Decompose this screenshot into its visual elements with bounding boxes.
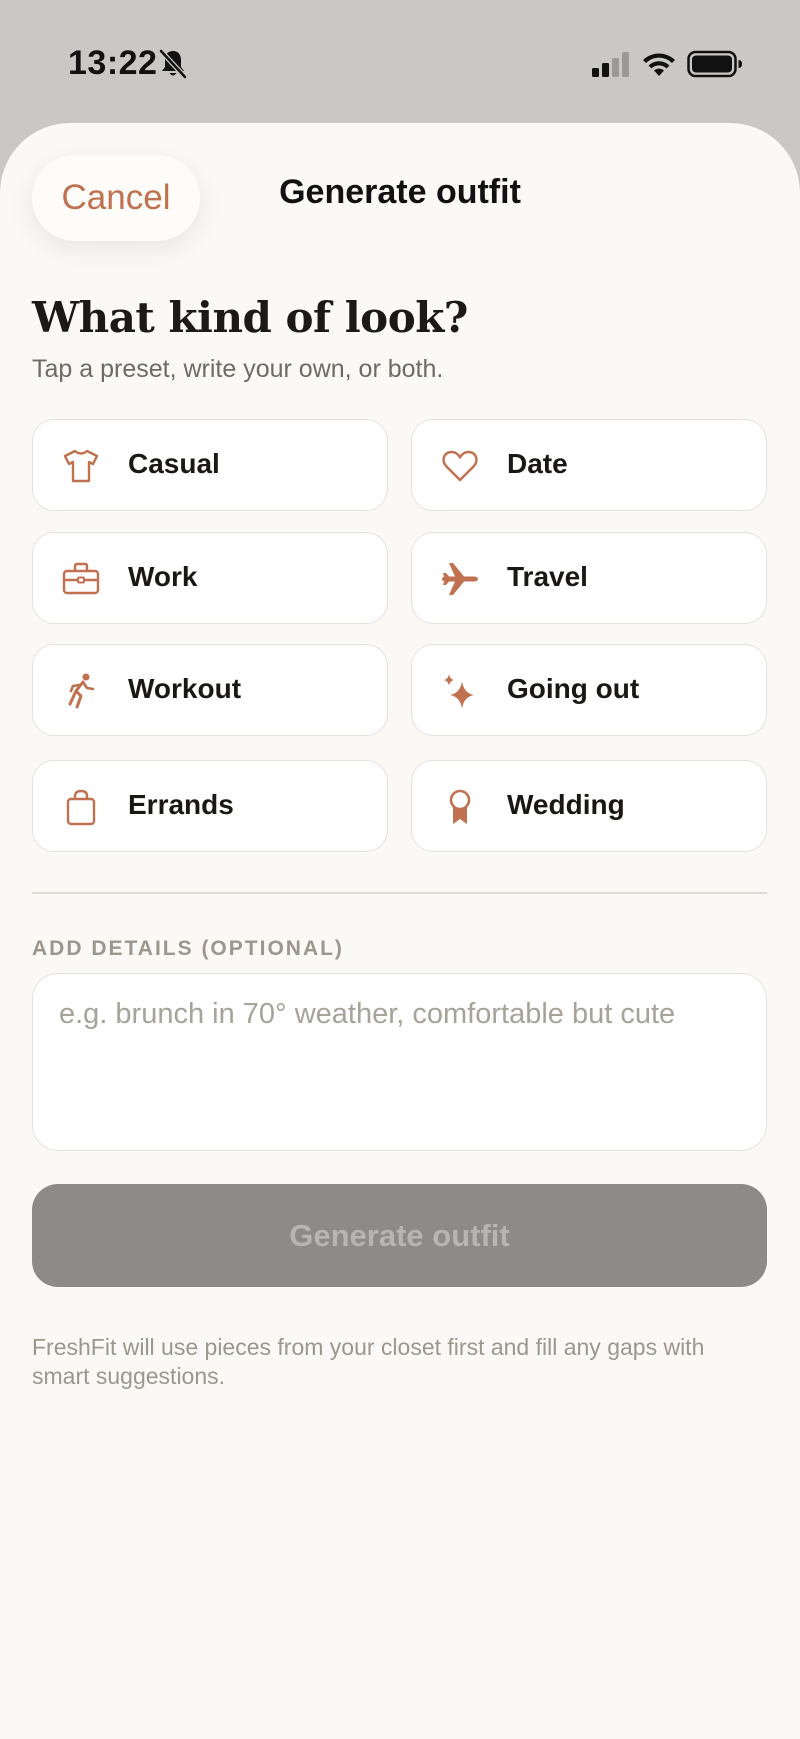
preset-errands[interactable]: Errands [32,760,388,852]
airplane-icon [442,563,478,595]
status-time: 13:22 [68,44,158,82]
preset-wedding[interactable]: Wedding [411,760,767,852]
briefcase-icon [62,562,100,595]
preset-going-out[interactable]: Going out [411,644,767,736]
preset-work[interactable]: Work [32,532,388,624]
details-input[interactable] [32,973,767,1151]
status-bar: 13:22 [0,0,800,120]
preset-label: Errands [128,789,234,820]
preset-date[interactable]: Date [411,419,767,511]
tshirt-icon [63,449,99,483]
shopping-bag-icon [66,789,96,826]
sparkles-icon [444,674,474,709]
preset-label: Workout [128,673,242,704]
preset-label: Going out [507,673,640,704]
cellular-signal-icon [592,52,629,77]
preset-travel[interactable]: Travel [411,532,767,624]
running-figure-icon [68,673,95,709]
preset-workout[interactable]: Workout [32,644,388,736]
page-heading: What kind of look? [32,293,468,342]
preset-label: Casual [128,448,220,479]
cancel-button[interactable]: Cancel [32,155,200,241]
preset-label: Travel [507,561,588,592]
details-section-label: ADD DETAILS (OPTIONAL) [32,937,344,960]
preset-label: Wedding [507,789,625,820]
generate-outfit-sheet: Cancel Generate outfit What kind of look… [0,123,800,1739]
heart-icon [442,450,478,482]
footnote-text: FreshFit will use pieces from your close… [32,1334,705,1389]
section-divider [32,892,767,894]
wifi-icon [643,53,675,76]
battery-icon [687,50,742,78]
preset-label: Work [128,561,198,592]
generate-outfit-button[interactable]: Generate outfit [32,1184,767,1287]
sheet-title: Generate outfit [279,173,521,211]
bell-slash-icon [159,49,187,79]
award-ribbon-icon [449,789,471,824]
preset-casual[interactable]: Casual [32,419,388,511]
page-subheading: Tap a preset, write your own, or both. [32,355,444,383]
preset-label: Date [507,448,568,479]
